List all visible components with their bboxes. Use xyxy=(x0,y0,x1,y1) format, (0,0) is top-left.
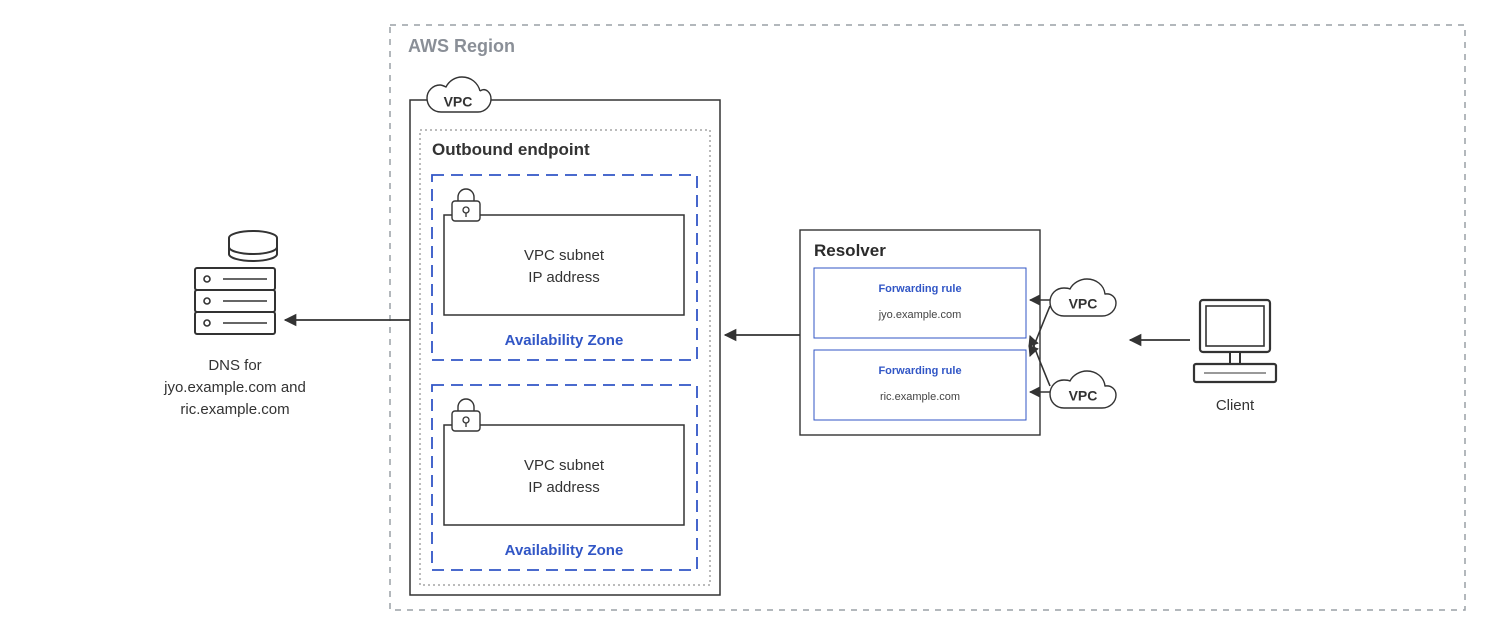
lock-icon xyxy=(452,189,480,221)
lock-icon xyxy=(452,399,480,431)
subnet-1-line1: VPC subnet xyxy=(524,247,605,264)
forwarding-rule-2-domain: ric.example.com xyxy=(880,391,960,403)
client-icon xyxy=(1194,300,1276,382)
subnet-2-line1: VPC subnet xyxy=(524,457,605,474)
resolver-vpc-cloud-2: VPC xyxy=(1050,371,1116,408)
vpc-cloud-badge: VPC xyxy=(427,77,491,112)
availability-zone-1: VPC subnet IP address Availability Zone xyxy=(432,175,697,360)
svg-text:VPC: VPC xyxy=(1069,296,1098,312)
resolver-vpc-cloud-1: VPC xyxy=(1050,279,1116,316)
az-2-label: Availability Zone xyxy=(505,542,624,559)
dns-caption-2: jyo.example.com and xyxy=(163,379,306,396)
forwarding-rule-2-title: Forwarding rule xyxy=(878,365,961,377)
availability-zone-2: VPC subnet IP address Availability Zone xyxy=(432,385,697,570)
subnet-2-box xyxy=(444,425,684,525)
subnet-1-box xyxy=(444,215,684,315)
outbound-endpoint-label: Outbound endpoint xyxy=(432,140,590,159)
architecture-diagram: AWS Region VPC Outbound endpoint VPC sub… xyxy=(0,0,1500,634)
subnet-2-line2: IP address xyxy=(528,479,599,496)
forwarding-rule-1-title: Forwarding rule xyxy=(878,283,961,295)
dns-caption-3: ric.example.com xyxy=(180,401,289,418)
database-server-icon xyxy=(195,231,277,334)
subnet-1-line2: IP address xyxy=(528,269,599,286)
dns-caption-1: DNS for xyxy=(208,357,261,374)
client-label: Client xyxy=(1216,397,1255,414)
svg-text:VPC: VPC xyxy=(1069,388,1098,404)
aws-region-label: AWS Region xyxy=(408,36,515,56)
vpc-cloud-label: VPC xyxy=(444,94,473,110)
az-1-label: Availability Zone xyxy=(505,332,624,349)
resolver-group: Resolver Forwarding rule jyo.example.com… xyxy=(800,230,1040,435)
forwarding-rule-1-domain: jyo.example.com xyxy=(878,309,962,321)
resolver-label: Resolver xyxy=(814,241,886,260)
forwarding-rule-2-box xyxy=(814,350,1026,420)
forwarding-rule-1-box xyxy=(814,268,1026,338)
